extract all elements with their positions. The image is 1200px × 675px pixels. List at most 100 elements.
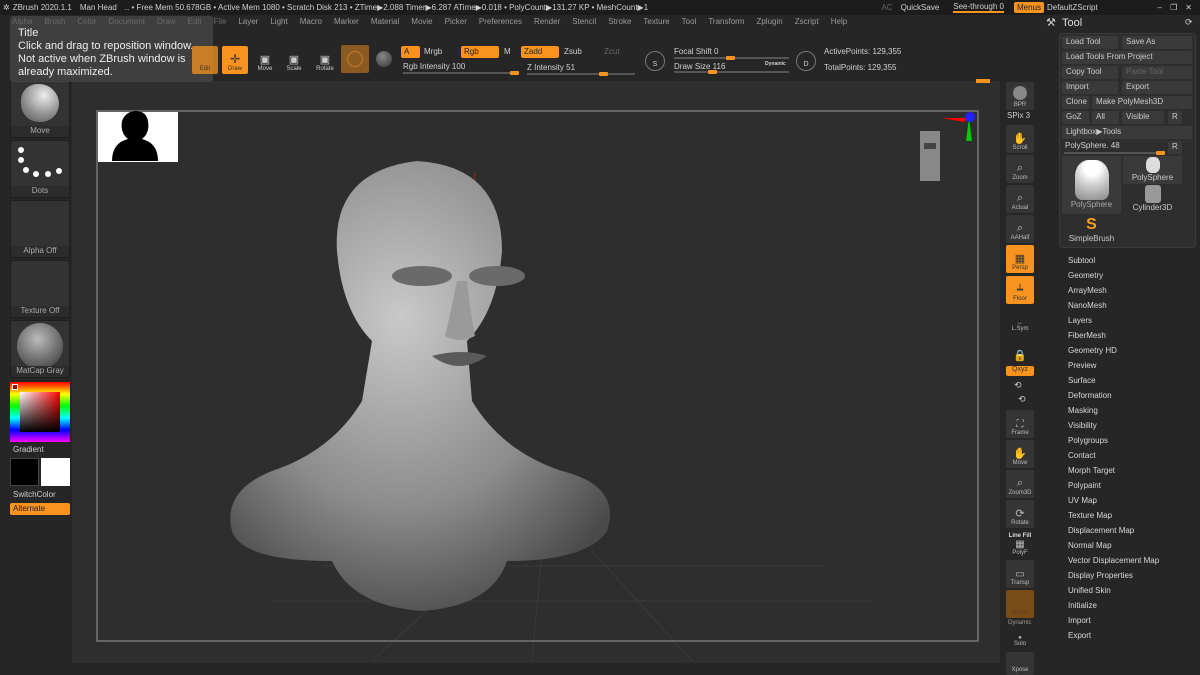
subpalette-normal-map[interactable]: Normal Map [1068,541,1112,550]
bpr-button[interactable]: BPR [1006,82,1034,110]
menu-tool[interactable]: Tool [682,17,697,26]
menu-draw[interactable]: Draw [157,17,176,26]
subpalette-display-properties[interactable]: Display Properties [1068,571,1133,580]
secondary-color-swatch[interactable] [10,458,39,486]
focal-shift-slider[interactable] [674,56,789,60]
menus-button[interactable]: Menus [1013,2,1044,13]
y-rotation-icon[interactable]: ⟲ [1014,380,1022,391]
zoom-button[interactable]: ⌕ Zoom [1006,155,1034,183]
goz-visible-button[interactable]: Visible [1122,111,1164,124]
export-button[interactable]: Export [1122,81,1192,94]
tool-thumb-polysphere[interactable]: PolySphere [1062,156,1121,214]
subpalette-masking[interactable]: Masking [1068,406,1098,415]
subpalette-fibermesh[interactable]: FiberMesh [1068,331,1106,340]
scale-button[interactable]: ▣ Scale [281,46,307,74]
subpalette-layers[interactable]: Layers [1068,316,1092,325]
subpalette-uv-map[interactable]: UV Map [1068,496,1097,505]
menu-movie[interactable]: Movie [411,17,432,26]
tool-thumb-simplebrush[interactable]: S SimpleBrush [1062,216,1121,246]
menu-material[interactable]: Material [371,17,399,26]
goz-all-button[interactable]: All [1092,111,1119,124]
menu-texture[interactable]: Texture [643,17,669,26]
frame-button[interactable]: ⛶ Frame [1006,410,1034,438]
zoom3d-button[interactable]: ⌕ Zoom3D [1006,470,1034,498]
rgb-intensity-slider[interactable] [403,71,519,75]
subpalette-texture-map[interactable]: Texture Map [1068,511,1112,520]
see-through-slider[interactable]: See-through 0 [953,2,1004,13]
move-button[interactable]: ▣ Move [252,46,278,74]
zadd-toggle[interactable]: Zadd [521,46,559,58]
zsub-toggle[interactable]: Zsub [561,46,585,58]
menu-transform[interactable]: Transform [708,17,744,26]
rotate-view-button[interactable]: ⟳ Rotate [1006,500,1034,528]
subpalette-displacement-map[interactable]: Displacement Map [1068,526,1134,535]
copy-tool-button[interactable]: Copy Tool [1062,66,1118,79]
m-toggle[interactable]: M [501,46,514,58]
subpalette-contact[interactable]: Contact [1068,451,1096,460]
lightbox-tools-button[interactable]: Lightbox▶Tools [1062,126,1192,139]
import-button[interactable]: Import [1062,81,1118,94]
subpalette-import[interactable]: Import [1068,616,1091,625]
persp-button[interactable]: ▦ Persp [1006,245,1034,273]
menu-macro[interactable]: Macro [300,17,322,26]
default-zscript-button[interactable]: DefaultZScript [1047,3,1098,12]
minimize-icon[interactable]: – [1158,3,1162,12]
current-tool-slider[interactable] [1064,151,1165,155]
slider-knob[interactable] [599,72,608,76]
spix-slider[interactable]: SPix 3 [1007,111,1030,120]
xyz-rotation-button[interactable]: Qxyz [1006,366,1034,376]
alpha-button[interactable]: Alpha Off [10,200,70,258]
move-view-button[interactable]: ✋ Move [1006,440,1034,468]
menu-stencil[interactable]: Stencil [572,17,596,26]
aahalf-button[interactable]: ⌕ AAHalf [1006,215,1034,243]
dynamic-toggle[interactable]: Dynamic [765,61,786,67]
menu-layer[interactable]: Layer [238,17,258,26]
subpalette-polygroups[interactable]: Polygroups [1068,436,1108,445]
lsym-button[interactable]: ↔ L.Sym [1006,306,1034,334]
z-intensity-slider[interactable] [527,72,635,76]
menu-alpha[interactable]: Alpha [12,17,32,26]
load-tools-from-project-button[interactable]: Load Tools From Project [1062,51,1192,64]
texture-button[interactable]: Texture Off [10,260,70,318]
gradient-toggle[interactable]: Gradient [13,445,44,454]
goz-button[interactable]: GoZ [1062,111,1089,124]
restore-icon[interactable]: ❐ [1170,3,1177,12]
ac-button[interactable]: AC [881,3,892,12]
load-tool-button[interactable]: Load Tool [1062,36,1118,49]
subpalette-surface[interactable]: Surface [1068,376,1096,385]
draw-size-slider[interactable] [674,70,789,74]
subpalette-unified-skin[interactable]: Unified Skin [1068,586,1111,595]
zcut-toggle[interactable]: Zcut [601,46,623,58]
subpalette-preview[interactable]: Preview [1068,361,1096,370]
subpalette-visibility[interactable]: Visibility [1068,421,1097,430]
close-icon[interactable]: ✕ [1185,3,1192,12]
tool-thumb-cylinder3d[interactable]: Cylinder3D [1123,185,1182,213]
menu-brush[interactable]: Brush [44,17,65,26]
make-polymesh3d-button[interactable]: Make PolyMesh3D [1092,96,1192,109]
subpalette-subtool[interactable]: Subtool [1068,256,1095,265]
menu-file[interactable]: File [213,17,226,26]
stroke-sphere-icon[interactable] [376,51,392,67]
menu-light[interactable]: Light [270,17,287,26]
menu-edit[interactable]: Edit [188,17,202,26]
menu-zplugin[interactable]: Zplugin [756,17,782,26]
subpalette-arraymesh[interactable]: ArrayMesh [1068,286,1107,295]
lazymouse-s-icon[interactable]: S [645,51,665,71]
color-square[interactable] [20,392,60,432]
z-rotation-icon[interactable]: ⟲ [1018,394,1026,405]
draw-button[interactable]: ✛ Draw [222,46,248,74]
tool-thumb-polysphere-2[interactable]: PolySphere [1123,156,1182,184]
color-picker[interactable] [10,382,70,442]
subpalette-geometry-hd[interactable]: Geometry HD [1068,346,1117,355]
switch-color-button[interactable]: SwitchColor [13,490,56,499]
canvas-scroll-knob[interactable] [976,79,990,83]
actual-button[interactable]: ⌕ Actual [1006,185,1034,213]
clone-button[interactable]: Clone [1062,96,1089,109]
tool-palette-title[interactable]: Tool [1062,17,1082,29]
menu-stroke[interactable]: Stroke [608,17,631,26]
menu-document[interactable]: Document [109,17,145,26]
slider-knob[interactable] [726,56,735,60]
rgb-toggle[interactable]: Rgb [461,46,499,58]
slider-knob[interactable] [1156,151,1165,155]
floor-button[interactable]: ┷ Floor [1006,276,1034,304]
